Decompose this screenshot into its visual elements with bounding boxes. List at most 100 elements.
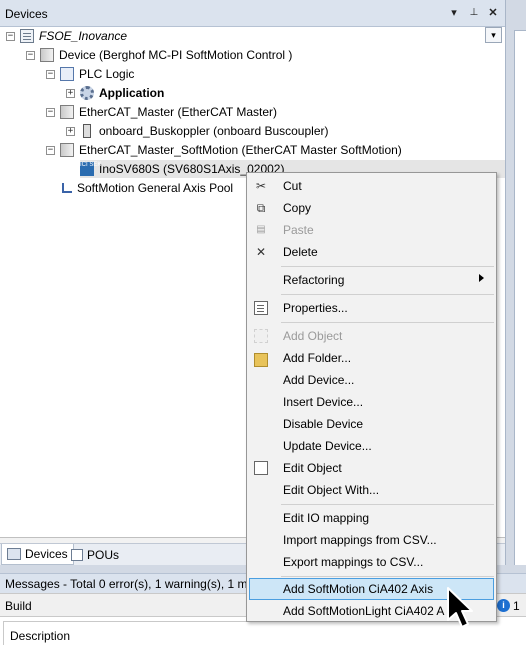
menu-item-label: Add Object [283,329,343,343]
messages-summary: Messages - Total 0 error(s), 1 warning(s… [5,577,273,591]
menu-item-export-csv[interactable]: Export mappings to CSV... [249,551,494,573]
menu-item-edit-object-with[interactable]: Edit Object With... [249,479,494,501]
tree-node-label: SoftMotion General Axis Pool [77,181,234,195]
menu-item-label: Insert Device... [283,395,364,409]
tree-node-label: onboard_Buskoppler (onboard Buscoupler) [99,124,329,138]
close-icon[interactable]: ✕ [486,5,500,21]
menu-item-edit-io-mapping[interactable]: Edit IO mapping [249,507,494,529]
menu-item-label: Add Folder... [283,351,352,365]
properties-icon [254,301,268,315]
add-object-icon [254,329,268,343]
expand-icon[interactable]: + [66,88,75,98]
menu-item-copy[interactable]: ⧉ Copy [249,197,494,219]
menu-separator [281,294,494,295]
tree-node-axis-pool[interactable]: SoftMotion General Axis Pool [62,179,233,197]
tab-pous[interactable]: POUs [66,544,124,565]
menu-item-label: Export mappings to CSV... [283,555,424,569]
menu-item-label: Edit Object [283,461,342,475]
tab-label: POUs [87,547,120,562]
menu-item-update-device[interactable]: Update Device... [249,435,494,457]
menu-item-label: Copy [283,201,312,215]
collapse-icon[interactable]: − [46,145,55,155]
menu-item-label: Edit IO mapping [283,511,370,525]
submenu-arrow-icon [479,274,484,282]
ethercat-master-icon [60,143,74,157]
info-count: 1 [513,599,520,613]
collapse-icon[interactable]: − [6,31,15,41]
menu-separator [281,266,494,267]
menu-item-edit-object[interactable]: Edit Object [249,457,494,479]
tree-node-label: Device (Berghof MC-PI SoftMotion Control… [59,48,293,62]
pin-icon[interactable]: ⊥ [467,5,481,21]
devices-panel-header: Devices ▾ ⊥ ✕ [0,0,505,27]
menu-item-refactoring[interactable]: Refactoring [249,269,494,291]
mouse-cursor-icon [447,587,473,628]
pous-tab-icon [71,548,83,561]
tree-node-ethercat-softmotion[interactable]: − EtherCAT_Master_SoftMotion (EtherCAT M… [46,141,402,159]
menu-item-label: Add Device... [283,373,355,387]
delete-icon: ✕ [255,245,267,259]
tree-node-label: EtherCAT_Master (EtherCAT Master) [79,105,278,119]
expand-icon[interactable]: + [66,126,75,136]
description-column-header[interactable]: Description [3,621,246,645]
menu-item-label: Add SoftMotionLight CiA402 A [283,604,445,618]
application-gear-icon [80,86,94,100]
menu-item-label: Cut [283,179,302,193]
tree-node-bus-coupler[interactable]: + onboard_Buskoppler (onboard Buscoupler… [66,122,328,140]
tree-node-label: FSOE_Inovance [39,29,128,43]
tree-node-label: EtherCAT_Master_SoftMotion (EtherCAT Mas… [79,143,402,157]
menu-item-label: Paste [283,223,314,237]
menu-item-label: Disable Device [283,417,364,431]
menu-item-properties[interactable]: Properties... [249,297,494,319]
tree-dropdown-button[interactable]: ▾ [485,27,502,43]
menu-item-paste[interactable]: ▤ Paste [249,219,494,241]
project-icon [20,29,34,43]
menu-separator [281,322,494,323]
device-icon [40,48,54,62]
tree-node-application[interactable]: + Application [66,84,164,102]
tab-devices[interactable]: Devices [1,544,74,565]
menu-item-cut[interactable]: ✂ Cut [249,175,494,197]
tree-node-project[interactable]: − FSOE_Inovance [6,27,127,45]
menu-item-delete[interactable]: ✕ Delete [249,241,494,263]
menu-item-label: Properties... [283,301,348,315]
menu-item-label: Add SoftMotion CiA402 Axis [283,582,434,596]
info-icon[interactable]: i [497,599,510,612]
tree-node-device[interactable]: − Device (Berghof MC-PI SoftMotion Contr… [26,46,292,64]
paste-icon: ▤ [256,224,266,235]
copy-icon: ⧉ [256,201,266,215]
folder-icon [254,353,268,367]
tab-label: Devices [25,547,68,561]
devices-tab-icon [7,548,21,560]
menu-item-disable-device[interactable]: Disable Device [249,413,494,435]
bus-coupler-icon [83,124,91,138]
menu-separator [281,576,494,577]
description-header-label: Description [10,629,71,643]
panel-title: Devices [5,7,48,21]
panel-menu-icon[interactable]: ▾ [447,5,461,21]
scissors-icon: ✂ [255,179,267,193]
menu-item-insert-device[interactable]: Insert Device... [249,391,494,413]
menu-item-add-object[interactable]: Add Object [249,325,494,347]
tree-node-plc-logic[interactable]: − PLC Logic [46,65,134,83]
menu-item-add-device[interactable]: Add Device... [249,369,494,391]
build-label[interactable]: Build [5,599,32,613]
menu-item-import-csv[interactable]: Import mappings from CSV... [249,529,494,551]
tree-node-ethercat-master[interactable]: − EtherCAT_Master (EtherCAT Master) [46,103,277,121]
menu-item-label: Edit Object With... [283,483,380,497]
plc-logic-icon [60,67,74,81]
menu-item-label: Delete [283,245,318,259]
axis-device-icon: ICI SEK [80,162,101,176]
menu-item-add-folder[interactable]: Add Folder... [249,347,494,369]
ethercat-master-icon [60,105,74,119]
collapse-icon[interactable]: − [46,69,55,79]
context-menu: ✂ Cut ⧉ Copy ▤ Paste ✕ Delete Refactorin… [246,172,497,622]
axis-pool-icon [62,183,72,193]
collapse-icon[interactable]: − [26,50,35,60]
right-side-strip [505,0,526,580]
menu-item-label: Update Device... [283,439,372,453]
right-panel-edge [514,30,526,570]
menu-item-label: Import mappings from CSV... [283,533,437,547]
collapse-icon[interactable]: − [46,107,55,117]
menu-separator [281,504,494,505]
